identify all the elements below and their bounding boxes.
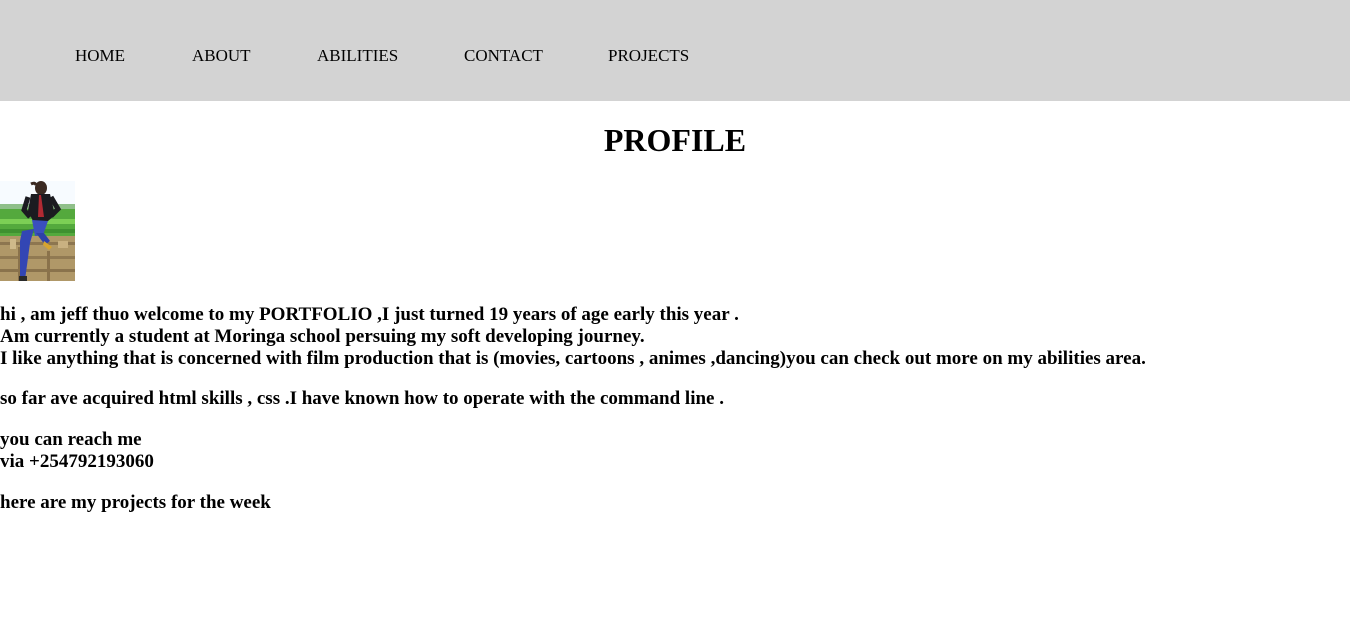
intro-paragraph: hi , am jeff thuo welcome to my PORTFOLI… [0,304,1146,370]
nav-link-projects[interactable]: PROJECTS [608,46,689,66]
contact-paragraph: you can reach me via +254792193060 [0,429,154,473]
intro-line: I like anything that is concerned with f… [0,348,1146,369]
page-title: PROFILE [603,122,747,158]
contact-line: you can reach me [0,429,142,450]
nav-link-contact[interactable]: CONTACT [464,46,543,66]
nav-link-home[interactable]: HOME [75,46,125,66]
nav-link-abilities[interactable]: ABILITIES [317,46,398,66]
projects-intro: here are my projects for the week [0,492,271,513]
intro-line: Am currently a student at Moringa school… [0,326,645,347]
profile-photo [0,181,75,281]
top-navigation-bar: HOME ABOUT ABILITIES CONTACT PROJECTS [0,0,1350,101]
nav-link-about[interactable]: ABOUT [192,46,251,66]
skills-paragraph: so far ave acquired html skills , css .I… [0,388,724,409]
intro-line: hi , am jeff thuo welcome to my PORTFOLI… [0,304,739,325]
contact-phone: via +254792193060 [0,451,154,472]
